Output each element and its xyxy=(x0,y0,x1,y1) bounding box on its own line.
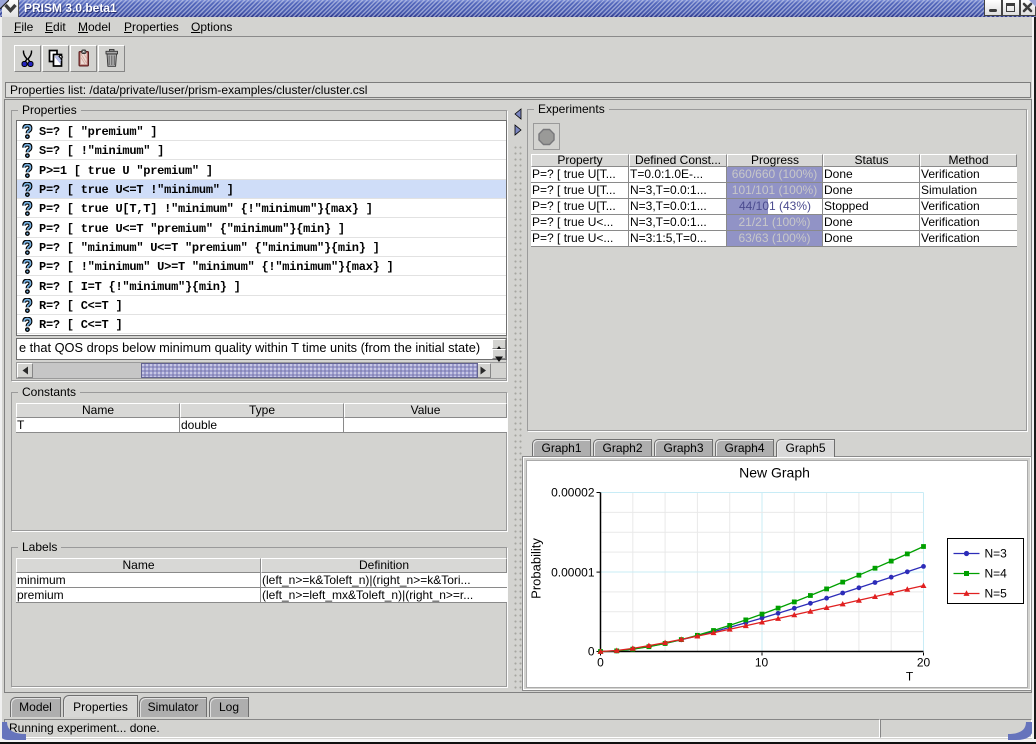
svg-text:0.00002: 0.00002 xyxy=(551,486,595,500)
svg-text:0.00001: 0.00001 xyxy=(551,566,595,580)
svg-text:N=5: N=5 xyxy=(985,587,1008,601)
svg-text:20: 20 xyxy=(917,656,931,670)
svg-text:Probability: Probability xyxy=(529,538,544,599)
svg-text:10: 10 xyxy=(755,656,769,670)
svg-text:N=3: N=3 xyxy=(985,547,1008,561)
svg-text:N=4: N=4 xyxy=(985,567,1008,581)
svg-text:0: 0 xyxy=(597,656,604,670)
svg-text:T: T xyxy=(906,670,914,684)
svg-text:0: 0 xyxy=(588,645,595,659)
svg-text:New Graph: New Graph xyxy=(739,465,810,481)
